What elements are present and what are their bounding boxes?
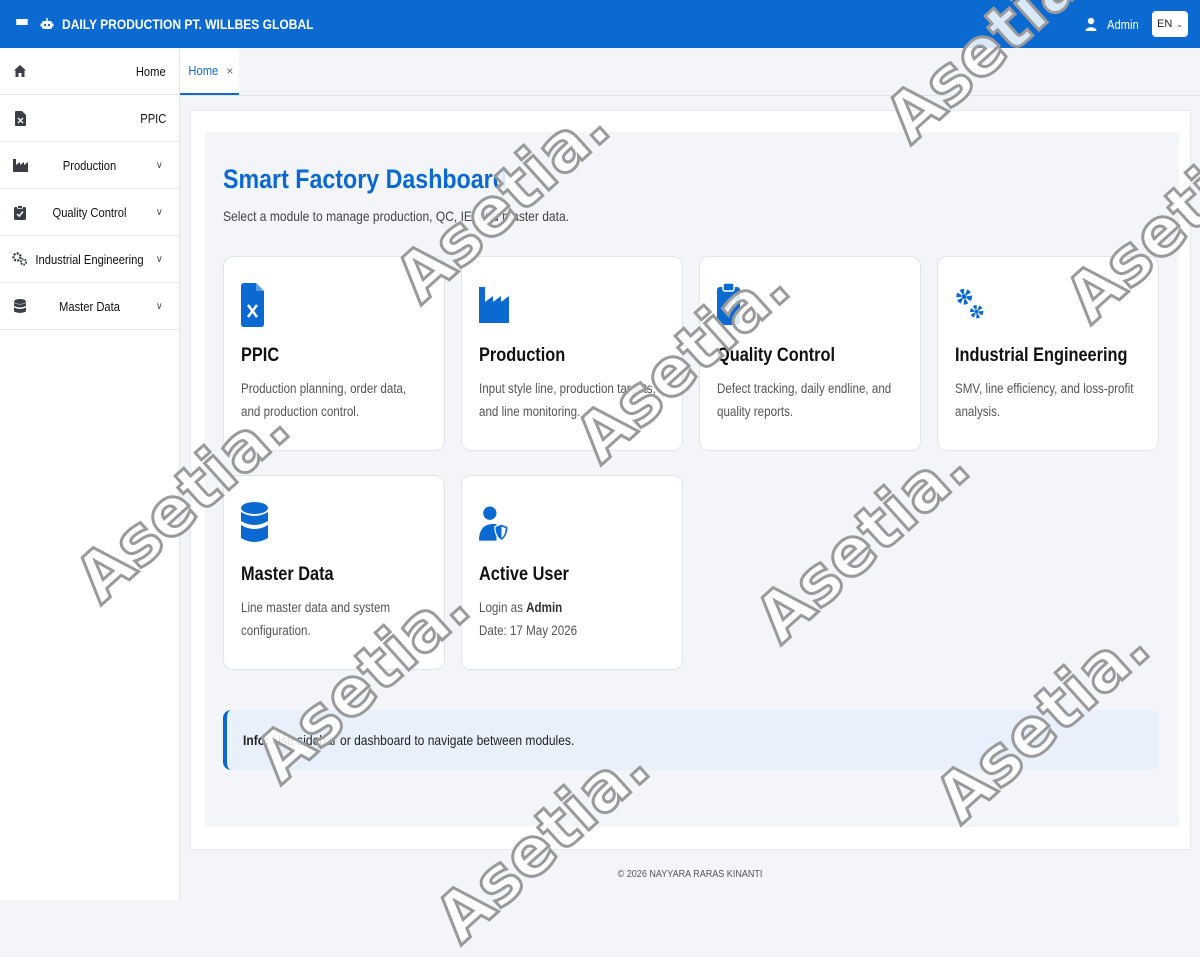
user-icon [1085,16,1099,32]
card-title: Active User [479,564,569,585]
content-panel: Smart Factory Dashboard Select a module … [190,110,1191,850]
sidebar-item-home[interactable]: Home [0,48,179,95]
user-name[interactable]: Admin [1107,17,1139,32]
robot-icon [38,15,56,33]
card-title: Production [479,345,566,366]
card-title: Quality Control [717,345,836,366]
language-value: EN [1157,18,1173,30]
module-card-ppic[interactable]: PPIC Production planning, order data, an… [223,256,445,451]
chevron-down-icon: ∨ [155,300,163,312]
chevron-down-icon: ∨ [155,206,163,218]
card-description: Input style line, production targets, an… [479,381,656,419]
dashboard-container: Smart Factory Dashboard Select a module … [205,132,1179,827]
app-title: DAILY PRODUCTION PT. WILLBES GLOBAL [62,16,314,32]
active-user-card: Active User Login as Admin Date: 17 May … [461,475,683,670]
hamburger-icon [16,18,28,30]
page-subtitle: Select a module to manage production, QC… [223,208,570,224]
info-message: Use sidebar or dashboard to navigate bet… [272,732,575,748]
sidebar-item-label: Master Data [59,298,120,314]
home-icon [12,63,28,79]
card-title: Industrial Engineering [955,345,1128,366]
sidebar-item-industrial-engineering[interactable]: Industrial Engineering ∨ [0,236,179,283]
tab-label: Home [188,63,218,78]
industry-icon [479,283,509,327]
date-line: Date: 17 May 2026 [479,623,578,638]
user-shield-icon [479,502,509,546]
card-description: Line master data and system configuratio… [241,600,391,638]
module-card-industrial-engineering[interactable]: Industrial Engineering SMV, line efficie… [937,256,1159,451]
menu-toggle-button[interactable] [10,12,34,36]
gears-icon [955,283,985,327]
clipboard-check-icon [717,283,747,327]
sidebar-item-label: Industrial Engineering [35,251,144,267]
card-description: Login as Admin Date: 17 May 2026 [479,596,664,642]
sidebar-item-master-data[interactable]: Master Data ∨ [0,283,179,330]
card-title: PPIC [241,345,280,366]
module-card-production[interactable]: Production Input style line, production … [461,256,683,451]
info-label: Info: [243,732,270,748]
sidebar-item-label: Quality Control [52,204,127,220]
module-card-master-data[interactable]: Master Data Line master data and system … [223,475,445,670]
close-icon[interactable]: × [226,64,233,78]
card-description: SMV, line efficiency, and loss-profit an… [955,381,1134,419]
card-description: Defect tracking, daily endline, and qual… [717,381,892,419]
sidebar-item-label: Production [62,157,117,173]
card-description: Production planning, order data, and pro… [241,381,407,419]
sidebar-item-production[interactable]: Production ∨ [0,142,179,189]
login-prefix: Login as [479,600,523,615]
info-text: Info: Use sidebar or dashboard to naviga… [243,732,574,748]
sidebar-item-label: Home [136,63,166,79]
chevron-down-icon: ⌄ [1176,19,1183,29]
top-navbar: DAILY PRODUCTION PT. WILLBES GLOBAL Admi… [0,0,1200,48]
chevron-down-icon: ∨ [155,159,163,171]
footer: © 2026 NAYYARA RARAS KINANTI [617,868,763,880]
tab-home[interactable]: Home × [180,48,239,95]
sidebar-item-ppic[interactable]: PPIC [0,95,179,142]
card-title: Master Data [241,564,334,585]
tab-bar: Home × [180,48,1200,96]
sidebar: Home PPIC Production ∨ Quality Control ∨… [0,48,180,900]
module-card-quality-control[interactable]: Quality Control Defect tracking, daily e… [699,256,921,451]
database-icon [241,502,271,546]
file-excel-icon [12,110,28,126]
login-user: Admin [526,600,563,615]
info-alert: Info: Use sidebar or dashboard to naviga… [223,710,1159,770]
sidebar-item-label: PPIC [139,110,166,126]
sidebar-item-quality-control[interactable]: Quality Control ∨ [0,189,179,236]
page-title: Smart Factory Dashboard [223,164,507,194]
file-excel-icon [241,283,271,327]
login-line: Login as Admin [479,596,664,619]
chevron-down-icon: ∨ [155,253,163,265]
language-select[interactable]: EN ⌄ [1152,11,1188,37]
